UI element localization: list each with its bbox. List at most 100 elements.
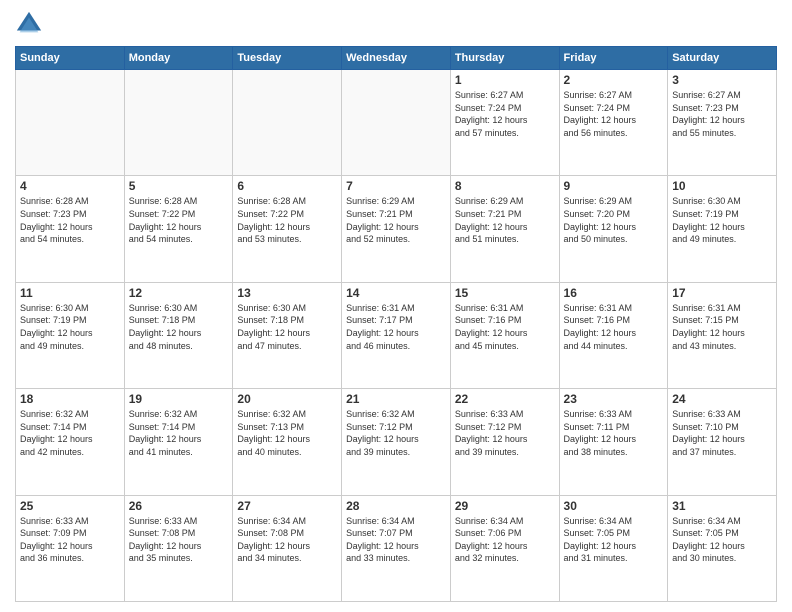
calendar-cell: 31 Sunrise: 6:34 AM Sunset: 7:05 PM Dayli… — [668, 495, 777, 601]
day-info: Sunrise: 6:32 AM Sunset: 7:12 PM Dayligh… — [346, 408, 446, 458]
calendar-cell — [124, 70, 233, 176]
calendar-cell: 2 Sunrise: 6:27 AM Sunset: 7:24 PM Daylig… — [559, 70, 668, 176]
day-info: Sunrise: 6:33 AM Sunset: 7:11 PM Dayligh… — [564, 408, 664, 458]
calendar-cell: 15 Sunrise: 6:31 AM Sunset: 7:16 PM Dayli… — [450, 282, 559, 388]
calendar-cell: 11 Sunrise: 6:30 AM Sunset: 7:19 PM Dayli… — [16, 282, 125, 388]
day-info: Sunrise: 6:33 AM Sunset: 7:09 PM Dayligh… — [20, 515, 120, 565]
day-info: Sunrise: 6:34 AM Sunset: 7:05 PM Dayligh… — [672, 515, 772, 565]
day-info: Sunrise: 6:33 AM Sunset: 7:08 PM Dayligh… — [129, 515, 229, 565]
day-info: Sunrise: 6:27 AM Sunset: 7:24 PM Dayligh… — [564, 89, 664, 139]
day-number: 20 — [237, 392, 337, 406]
calendar-header-row: SundayMondayTuesdayWednesdayThursdayFrid… — [16, 47, 777, 70]
calendar-cell: 4 Sunrise: 6:28 AM Sunset: 7:23 PM Daylig… — [16, 176, 125, 282]
calendar-cell: 27 Sunrise: 6:34 AM Sunset: 7:08 PM Dayli… — [233, 495, 342, 601]
day-number: 16 — [564, 286, 664, 300]
calendar-cell: 9 Sunrise: 6:29 AM Sunset: 7:20 PM Daylig… — [559, 176, 668, 282]
day-info: Sunrise: 6:31 AM Sunset: 7:16 PM Dayligh… — [455, 302, 555, 352]
calendar-cell: 28 Sunrise: 6:34 AM Sunset: 7:07 PM Dayli… — [342, 495, 451, 601]
calendar-cell: 22 Sunrise: 6:33 AM Sunset: 7:12 PM Dayli… — [450, 389, 559, 495]
day-number: 23 — [564, 392, 664, 406]
calendar-cell: 10 Sunrise: 6:30 AM Sunset: 7:19 PM Dayli… — [668, 176, 777, 282]
day-number: 24 — [672, 392, 772, 406]
day-info: Sunrise: 6:29 AM Sunset: 7:20 PM Dayligh… — [564, 195, 664, 245]
calendar-cell: 25 Sunrise: 6:33 AM Sunset: 7:09 PM Dayli… — [16, 495, 125, 601]
day-header-monday: Monday — [124, 47, 233, 70]
calendar-cell: 6 Sunrise: 6:28 AM Sunset: 7:22 PM Daylig… — [233, 176, 342, 282]
day-number: 10 — [672, 179, 772, 193]
calendar-cell: 8 Sunrise: 6:29 AM Sunset: 7:21 PM Daylig… — [450, 176, 559, 282]
day-info: Sunrise: 6:27 AM Sunset: 7:24 PM Dayligh… — [455, 89, 555, 139]
day-number: 6 — [237, 179, 337, 193]
day-info: Sunrise: 6:34 AM Sunset: 7:08 PM Dayligh… — [237, 515, 337, 565]
day-number: 25 — [20, 499, 120, 513]
day-number: 30 — [564, 499, 664, 513]
day-number: 21 — [346, 392, 446, 406]
day-header-wednesday: Wednesday — [342, 47, 451, 70]
calendar-cell: 24 Sunrise: 6:33 AM Sunset: 7:10 PM Dayli… — [668, 389, 777, 495]
day-number: 14 — [346, 286, 446, 300]
day-number: 17 — [672, 286, 772, 300]
day-number: 5 — [129, 179, 229, 193]
calendar-cell: 12 Sunrise: 6:30 AM Sunset: 7:18 PM Dayli… — [124, 282, 233, 388]
day-number: 4 — [20, 179, 120, 193]
week-row-4: 25 Sunrise: 6:33 AM Sunset: 7:09 PM Dayli… — [16, 495, 777, 601]
calendar-cell: 16Sunrise: 6:31 AM Sunset: 7:16 PM Dayli… — [559, 282, 668, 388]
day-number: 13 — [237, 286, 337, 300]
day-info: Sunrise: 6:30 AM Sunset: 7:19 PM Dayligh… — [672, 195, 772, 245]
week-row-0: 1 Sunrise: 6:27 AM Sunset: 7:24 PM Daylig… — [16, 70, 777, 176]
calendar-cell: 20 Sunrise: 6:32 AM Sunset: 7:13 PM Dayli… — [233, 389, 342, 495]
day-info: Sunrise: 6:30 AM Sunset: 7:18 PM Dayligh… — [237, 302, 337, 352]
day-number: 2 — [564, 73, 664, 87]
day-number: 27 — [237, 499, 337, 513]
day-info: Sunrise: 6:31 AM Sunset: 7:17 PM Dayligh… — [346, 302, 446, 352]
day-number: 3 — [672, 73, 772, 87]
day-info: Sunrise: 6:34 AM Sunset: 7:05 PM Dayligh… — [564, 515, 664, 565]
calendar-cell: 19 Sunrise: 6:32 AM Sunset: 7:14 PM Dayli… — [124, 389, 233, 495]
day-info: Sunrise: 6:29 AM Sunset: 7:21 PM Dayligh… — [455, 195, 555, 245]
day-info: Sunrise: 6:30 AM Sunset: 7:19 PM Dayligh… — [20, 302, 120, 352]
day-info: Sunrise: 6:27 AM Sunset: 7:23 PM Dayligh… — [672, 89, 772, 139]
calendar-cell: 1 Sunrise: 6:27 AM Sunset: 7:24 PM Daylig… — [450, 70, 559, 176]
day-number: 8 — [455, 179, 555, 193]
day-number: 9 — [564, 179, 664, 193]
day-number: 12 — [129, 286, 229, 300]
day-info: Sunrise: 6:28 AM Sunset: 7:23 PM Dayligh… — [20, 195, 120, 245]
day-info: Sunrise: 6:30 AM Sunset: 7:18 PM Dayligh… — [129, 302, 229, 352]
day-number: 1 — [455, 73, 555, 87]
day-info: Sunrise: 6:28 AM Sunset: 7:22 PM Dayligh… — [129, 195, 229, 245]
week-row-2: 11 Sunrise: 6:30 AM Sunset: 7:19 PM Dayli… — [16, 282, 777, 388]
calendar-cell: 30 Sunrise: 6:34 AM Sunset: 7:05 PM Dayli… — [559, 495, 668, 601]
day-info: Sunrise: 6:28 AM Sunset: 7:22 PM Dayligh… — [237, 195, 337, 245]
day-info: Sunrise: 6:32 AM Sunset: 7:14 PM Dayligh… — [129, 408, 229, 458]
calendar-cell: 3 Sunrise: 6:27 AM Sunset: 7:23 PM Daylig… — [668, 70, 777, 176]
day-number: 15 — [455, 286, 555, 300]
day-header-saturday: Saturday — [668, 47, 777, 70]
page: SundayMondayTuesdayWednesdayThursdayFrid… — [0, 0, 792, 612]
calendar-cell — [233, 70, 342, 176]
day-number: 28 — [346, 499, 446, 513]
day-number: 22 — [455, 392, 555, 406]
day-info: Sunrise: 6:32 AM Sunset: 7:13 PM Dayligh… — [237, 408, 337, 458]
calendar-cell — [342, 70, 451, 176]
logo-icon — [15, 10, 43, 38]
week-row-1: 4 Sunrise: 6:28 AM Sunset: 7:23 PM Daylig… — [16, 176, 777, 282]
day-header-tuesday: Tuesday — [233, 47, 342, 70]
day-info: Sunrise: 6:32 AM Sunset: 7:14 PM Dayligh… — [20, 408, 120, 458]
day-number: 7 — [346, 179, 446, 193]
day-info: Sunrise: 6:31 AM Sunset: 7:15 PM Dayligh… — [672, 302, 772, 352]
day-number: 11 — [20, 286, 120, 300]
day-info: Sunrise: 6:33 AM Sunset: 7:10 PM Dayligh… — [672, 408, 772, 458]
day-number: 19 — [129, 392, 229, 406]
calendar-cell: 23 Sunrise: 6:33 AM Sunset: 7:11 PM Dayli… — [559, 389, 668, 495]
day-header-sunday: Sunday — [16, 47, 125, 70]
calendar-cell: 14 Sunrise: 6:31 AM Sunset: 7:17 PM Dayli… — [342, 282, 451, 388]
calendar-cell: 5 Sunrise: 6:28 AM Sunset: 7:22 PM Daylig… — [124, 176, 233, 282]
calendar-cell: 21 Sunrise: 6:32 AM Sunset: 7:12 PM Dayli… — [342, 389, 451, 495]
day-info: Sunrise: 6:33 AM Sunset: 7:12 PM Dayligh… — [455, 408, 555, 458]
day-info: Sunrise: 6:29 AM Sunset: 7:21 PM Dayligh… — [346, 195, 446, 245]
day-number: 31 — [672, 499, 772, 513]
day-header-thursday: Thursday — [450, 47, 559, 70]
header — [15, 10, 777, 38]
day-info: Sunrise: 6:34 AM Sunset: 7:07 PM Dayligh… — [346, 515, 446, 565]
calendar-table: SundayMondayTuesdayWednesdayThursdayFrid… — [15, 46, 777, 602]
